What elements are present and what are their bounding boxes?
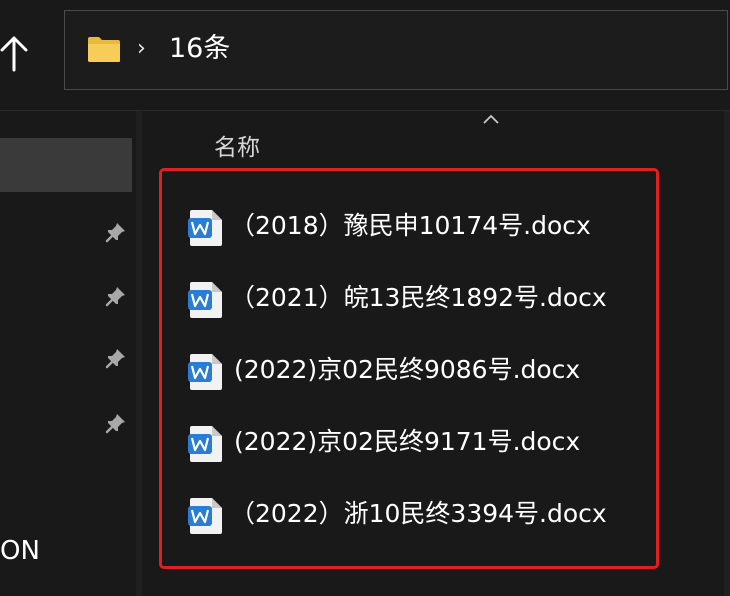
file-name: （2022）浙10民终3394号.docx <box>230 499 607 528</box>
pin-icon[interactable] <box>104 411 128 435</box>
file-name: (2022)京02民终9171号.docx <box>234 427 581 456</box>
nav-item-label[interactable]: ON <box>0 534 40 568</box>
breadcrumb-current-folder[interactable]: 16条 <box>169 31 230 67</box>
pin-icon[interactable] <box>104 346 128 370</box>
list-item[interactable]: （2022）浙10民终3394号.docx <box>186 490 656 540</box>
file-name: （2018）豫民申10174号.docx <box>230 211 591 240</box>
arrow-up-icon <box>0 36 28 72</box>
file-name: （2021）皖13民终1892号.docx <box>230 283 607 312</box>
list-item[interactable]: (2022)京02民终9086号.docx <box>186 346 656 396</box>
word-doc-icon <box>188 426 222 462</box>
file-list-scrollbar[interactable] <box>724 111 730 596</box>
pin-icon[interactable] <box>104 284 128 308</box>
nav-pane-scrollbar[interactable] <box>136 111 142 596</box>
sort-up-icon <box>483 114 499 124</box>
word-doc-icon <box>188 354 222 390</box>
word-doc-icon <box>188 210 222 246</box>
nav-item-selected[interactable] <box>0 138 132 192</box>
word-doc-icon <box>188 498 222 534</box>
breadcrumb-chevron-icon: › <box>137 36 146 61</box>
address-bar[interactable]: › 16条 <box>64 10 728 90</box>
folder-icon <box>88 37 120 62</box>
list-item[interactable]: （2018）豫民申10174号.docx <box>186 202 656 252</box>
file-name: (2022)京02民终9086号.docx <box>234 355 581 384</box>
word-doc-icon <box>188 282 222 318</box>
up-button[interactable] <box>0 30 34 78</box>
list-item[interactable]: (2022)京02民终9171号.docx <box>186 418 656 468</box>
column-header-name[interactable]: 名称 <box>214 132 260 164</box>
pin-icon[interactable] <box>104 220 128 244</box>
list-item[interactable]: （2021）皖13民终1892号.docx <box>186 274 656 324</box>
